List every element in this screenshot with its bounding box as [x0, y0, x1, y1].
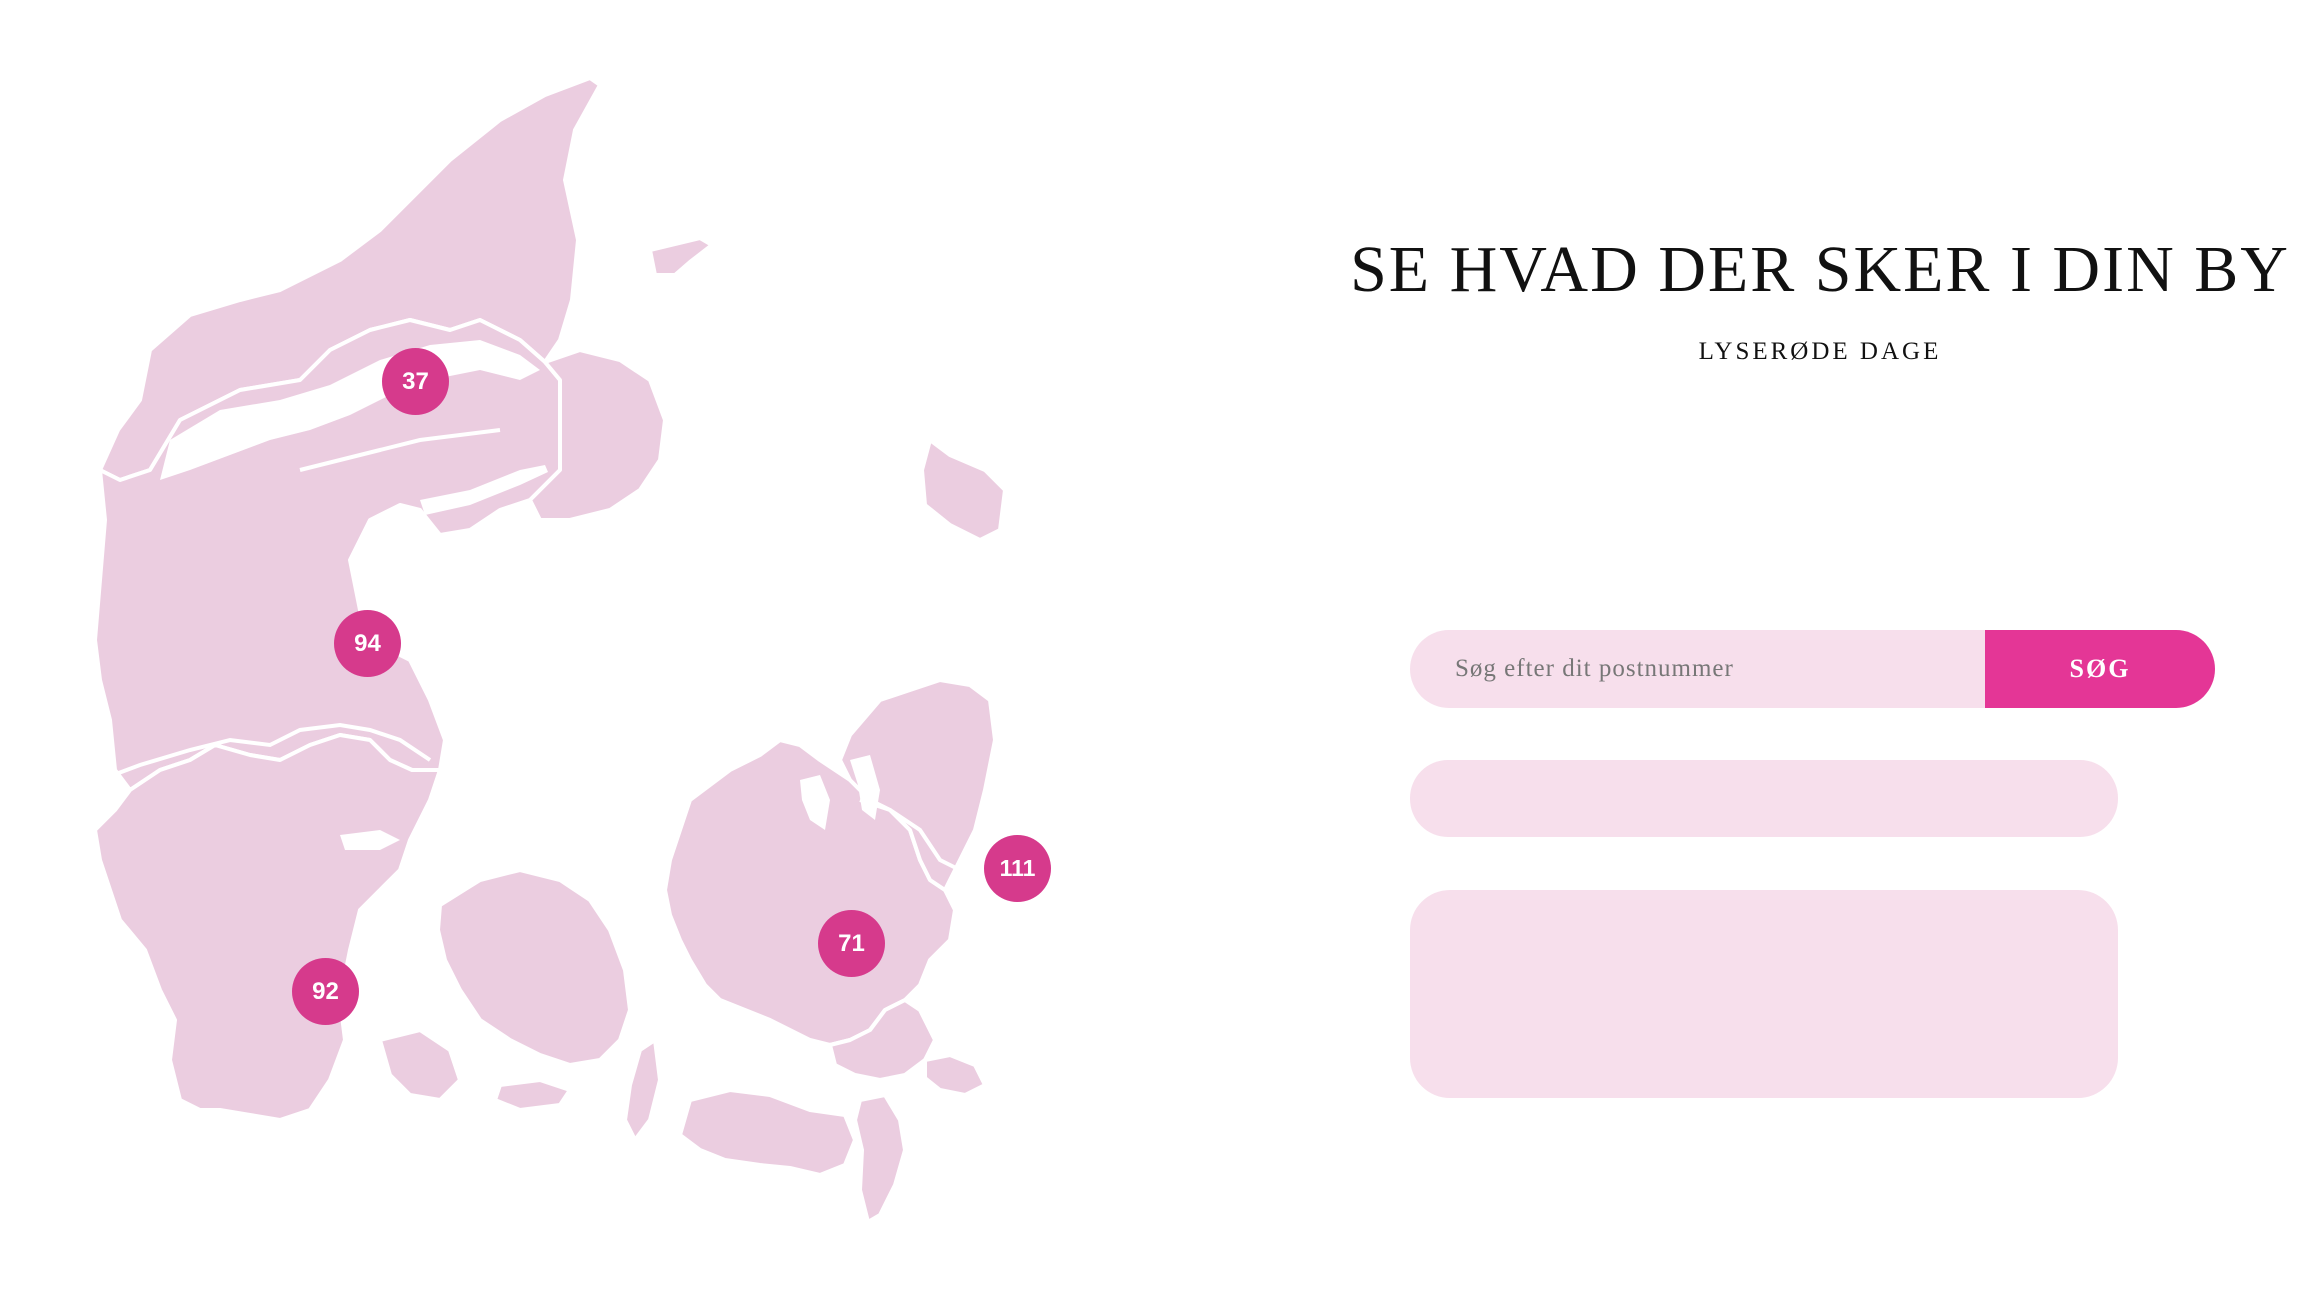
island-moen	[923, 1053, 987, 1097]
island-anholt	[920, 438, 1007, 542]
denmark-map-svg	[93, 76, 1007, 1224]
island-aero	[493, 1078, 572, 1112]
denmark-map[interactable]: 37 94 92 71 111	[0, 0, 1100, 1300]
cluster-marker-hovedstaden[interactable]: 111	[984, 835, 1051, 902]
cluster-marker-midtjylland[interactable]: 94	[334, 610, 401, 677]
search-bar: SØG	[1410, 630, 2215, 708]
cluster-marker-nordjylland[interactable]: 37	[382, 348, 449, 415]
result-panel[interactable]	[1410, 890, 2118, 1098]
randers-fjord	[545, 530, 595, 560]
island-langeland	[623, 1038, 662, 1142]
cluster-marker-sjaelland[interactable]: 71	[818, 910, 885, 977]
island-laeso	[648, 236, 714, 277]
island-als	[378, 1028, 462, 1102]
page-subtitle: LYSERØDE DAGE	[1698, 338, 1942, 365]
cluster-marker-syddanmark[interactable]: 92	[292, 958, 359, 1025]
page-title: SE HVAD DER SKER I DIN BY	[1350, 233, 2290, 306]
region-syddanmark-fyn[interactable]	[436, 868, 632, 1067]
page: 37 94 92 71 111 SE HVAD DER SKER I DIN B…	[0, 0, 2310, 1300]
postcode-search-input[interactable]	[1410, 630, 1985, 708]
island-lolland	[678, 1088, 857, 1177]
search-button[interactable]: SØG	[1985, 630, 2215, 708]
result-field[interactable]	[1410, 760, 2118, 837]
island-falster	[853, 1093, 907, 1224]
